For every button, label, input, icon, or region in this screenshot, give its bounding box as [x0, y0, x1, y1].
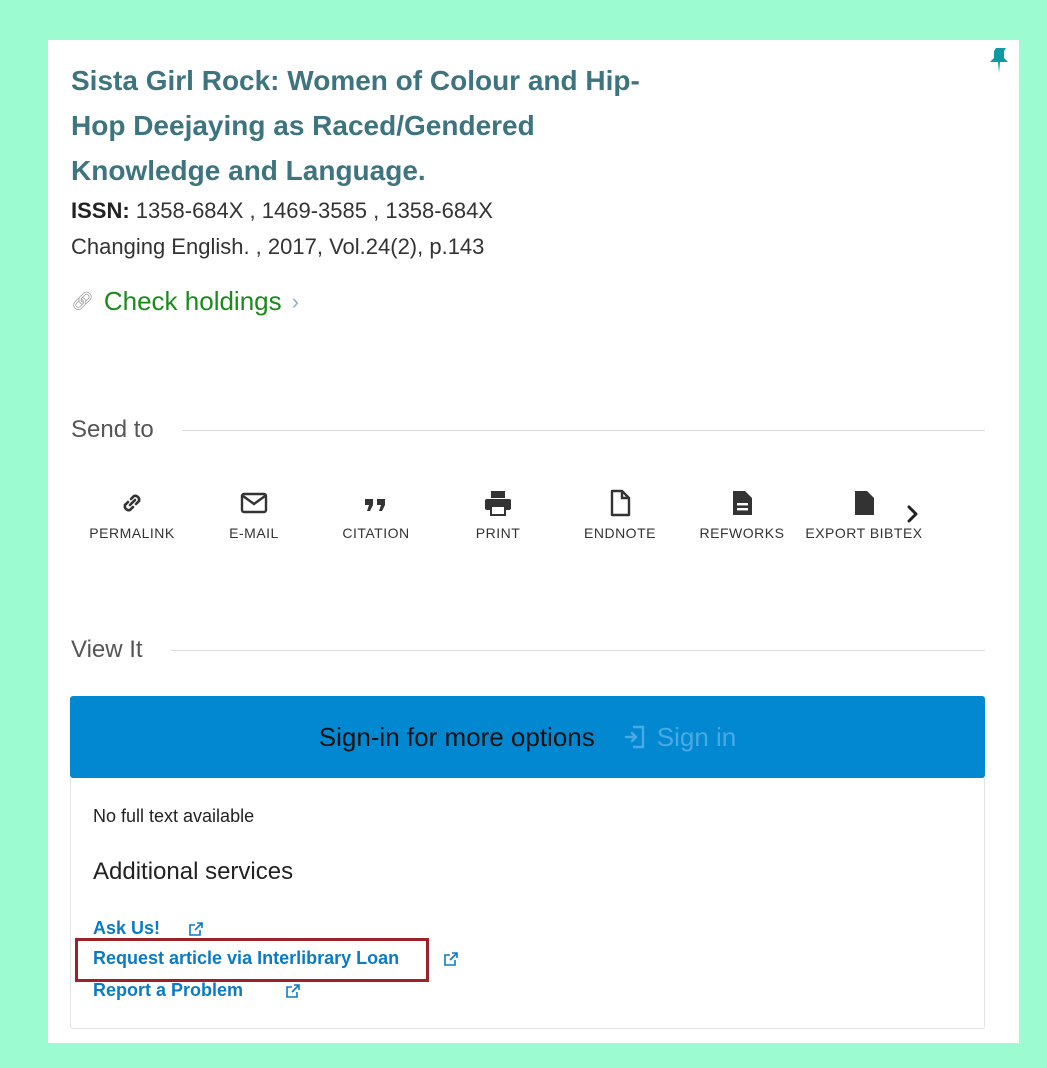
- quote-icon: [363, 488, 389, 518]
- link-icon: 🔗︎: [71, 291, 94, 311]
- issn-label: ISSN:: [71, 198, 130, 223]
- email-button[interactable]: E-MAIL: [193, 488, 315, 548]
- endnote-button[interactable]: ENDNOTE: [559, 488, 681, 548]
- interlibrary-loan-label: Request article via Interlibrary Loan: [93, 948, 400, 968]
- external-link-icon: [189, 921, 203, 936]
- title-line-3: Knowledge and Language.: [71, 155, 426, 186]
- link-icon: [118, 488, 146, 518]
- file-icon: [608, 488, 632, 518]
- permalink-label: PERMALINK: [89, 525, 175, 541]
- print-label: PRINT: [475, 525, 521, 541]
- external-link-icon: [286, 983, 300, 998]
- check-holdings-label: Check holdings: [103, 286, 282, 316]
- export-icon: [852, 488, 876, 518]
- issn-line: ISSN: 1358-684X , 1469-3585 , 1358-684X: [71, 198, 493, 224]
- title-line-2: Hop Deejaying as Raced/Gendered: [71, 110, 535, 141]
- report-problem-label: Report a Problem: [93, 980, 244, 1000]
- additional-services-heading: Additional services: [93, 858, 294, 885]
- citation-label: CITATION: [342, 525, 410, 541]
- record-card: Sista Girl Rock: Women of Colour and Hip…: [48, 40, 1019, 1043]
- endnote-label: ENDNOTE: [584, 525, 656, 541]
- send-to-heading: Send to: [71, 416, 154, 443]
- interlibrary-loan-link[interactable]: Request article via Interlibrary Loan: [93, 948, 459, 969]
- sign-in-icon: [624, 725, 644, 749]
- services-panel: No full text available Additional servic…: [70, 778, 985, 1029]
- view-it-heading: View It: [71, 636, 143, 663]
- send-to-actions: PERMALINK E-MAIL CITATION PRINT ENDNOTE: [71, 488, 931, 548]
- signin-message: Sign-in for more options: [318, 721, 595, 752]
- ask-us-label: Ask Us!: [93, 918, 161, 938]
- signin-button[interactable]: Sign in: [623, 721, 737, 753]
- mail-icon: [240, 488, 268, 518]
- title-line-1: Sista Girl Rock: Women of Colour and Hip…: [71, 65, 640, 96]
- record-title[interactable]: Sista Girl Rock: Women of Colour and Hip…: [71, 58, 711, 193]
- issn-value: 1358-684X , 1469-3585 , 1358-684X: [129, 198, 493, 223]
- divider: [181, 429, 985, 431]
- signin-label: Sign in: [656, 721, 737, 752]
- pin-icon[interactable]: [987, 46, 1011, 74]
- citation-button[interactable]: CITATION: [315, 488, 437, 548]
- chevron-right-icon[interactable]: [901, 500, 925, 528]
- external-link-icon: [444, 951, 458, 966]
- refworks-label: REFWORKS: [699, 525, 785, 541]
- refworks-button[interactable]: REFWORKS: [681, 488, 803, 548]
- chevron-right-icon: ›: [291, 288, 299, 314]
- view-it-section-header: View It: [71, 636, 985, 664]
- report-problem-link[interactable]: Report a Problem: [93, 980, 301, 1001]
- printer-icon: [483, 488, 513, 518]
- signin-banner: Sign-in for more options Sign in: [70, 696, 985, 778]
- email-label: E-MAIL: [229, 525, 279, 541]
- check-holdings-link[interactable]: 🔗︎ Check holdings ›: [71, 286, 299, 317]
- print-button[interactable]: PRINT: [437, 488, 559, 548]
- ask-us-link[interactable]: Ask Us!: [93, 918, 204, 939]
- document-icon: [730, 488, 754, 518]
- permalink-button[interactable]: PERMALINK: [71, 488, 193, 548]
- source-line: Changing English. , 2017, Vol.24(2), p.1…: [71, 234, 485, 259]
- no-full-text-message: No full text available: [93, 806, 255, 826]
- send-to-section-header: Send to: [71, 416, 985, 444]
- divider: [170, 649, 985, 651]
